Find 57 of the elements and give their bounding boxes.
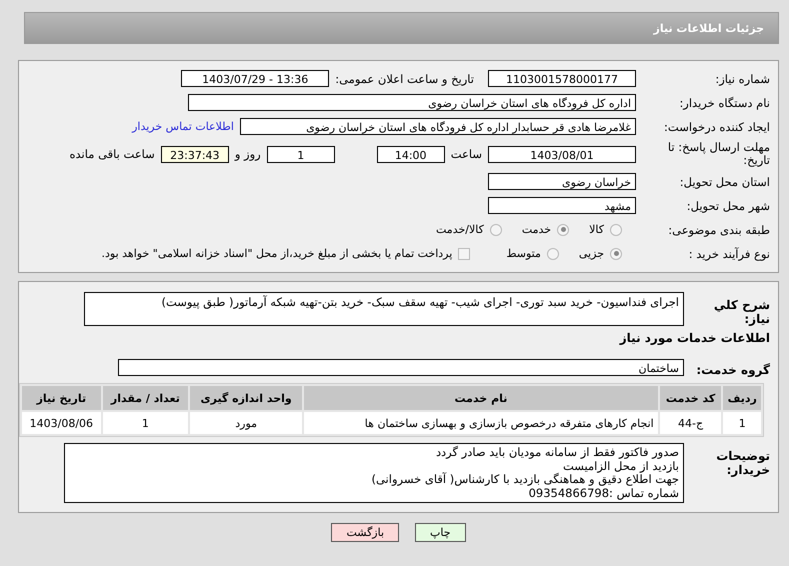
print-button[interactable]: چاپ: [415, 523, 466, 542]
table-cell: ج-44: [660, 412, 722, 434]
table-cell: مورد: [190, 412, 302, 434]
radio-button[interactable]: [557, 224, 570, 236]
remaining-label: ساعت باقی مانده: [70, 147, 155, 161]
announce-date-field: 1403/07/29 - 13:36: [181, 70, 330, 87]
field-label: استان محل تحویل:: [678, 174, 770, 188]
province-field: خراسان رضوی: [488, 173, 636, 190]
table-cell: انجام کارهای متفرقه درخصوص بازسازی و بهسازی ساختمان ها: [304, 412, 658, 434]
field-label: نوع فرآیند خرید :: [688, 246, 770, 260]
table-cell: 1: [723, 412, 761, 434]
buyer-notes-text-area: صدور فاکتور فقط از سامانه مودیان باید صادر گردد بازدید از محل الزامیست جهت اطلاع دقیق و هماهنگی بازدید با کارشناس( آقای خسروانی) شماره تماس :09354866798: [64, 443, 684, 503]
radio-button[interactable]: [610, 224, 622, 236]
field-label: شرح كلي نياز:: [712, 298, 770, 326]
time-label: ساعت: [450, 147, 482, 161]
requester-field: غلامرضا هادی قر حسابدار اداره کل فرودگاه های استان خراسان رضوی: [240, 118, 636, 135]
page-title: جزئیات اطلاعات نیاز: [654, 22, 764, 34]
buyer-contact-link[interactable]: اطلاعات تماس خریدار: [132, 120, 234, 133]
field-label: شماره نیاز:: [714, 72, 770, 86]
column-header: کد خدمت: [660, 386, 722, 410]
days-field: 1: [266, 146, 335, 162]
checkbox[interactable]: [458, 248, 470, 260]
field-label: نام دستگاه خریدار:: [678, 96, 770, 110]
column-header: تعداد / مقدار: [102, 386, 188, 410]
radio-label: جزیی: [578, 247, 604, 260]
field-label: طبقه بندی موضوعی:: [667, 222, 770, 236]
field-label: تاریخ و ساعت اعلان عمومی:: [335, 72, 474, 86]
remaining-time-field: 23:37:43: [160, 146, 229, 162]
radio-label: کالا: [589, 223, 604, 236]
field-label: توضیحات خریدار:: [715, 449, 770, 477]
table-cell: 1: [102, 412, 188, 434]
table-cell: 1403/08/06: [22, 412, 101, 434]
radio-label: متوسط: [506, 247, 541, 260]
deadline-time-field: 14:00: [376, 146, 445, 162]
column-header: تاریخ نیاز: [22, 386, 101, 410]
need-number-field: 1103001578000177: [488, 70, 636, 87]
radio-button[interactable]: [490, 224, 502, 236]
field-label: مهلت ارسال پاسخ: تا تاریخ:: [666, 141, 770, 167]
section-title: اطلاعات خدمات مورد نیاز: [618, 331, 770, 345]
city-field: مشهد: [488, 197, 636, 214]
column-header: واحد اندازه گیری: [190, 386, 302, 410]
radio-label: کالا/خدمت: [436, 223, 484, 236]
field-label: ایجاد کننده درخواست:: [663, 120, 770, 134]
column-header: نام خدمت: [304, 386, 658, 410]
summary-text-area: اجرای فنداسیون- خرید سبد توری- اجرای شیب- تهیه سقف سبک- خرید بتن-تهیه شبکه آرماتور( طبق پیوست): [84, 292, 684, 326]
back-button[interactable]: بازگشت: [331, 523, 400, 542]
field-label: شهر محل تحویل:: [686, 198, 770, 212]
service-group-field: ساختمان: [118, 358, 684, 376]
checkbox-label: پرداخت تمام یا بخشی از مبلغ خرید،از محل "اسناد خزانه اسلامی" خواهد بود.: [102, 247, 452, 260]
buyer-name-field: اداره کل فرودگاه های استان خراسان رضوی: [188, 94, 636, 111]
radio-button[interactable]: [546, 248, 559, 260]
radio-button[interactable]: [610, 248, 622, 260]
column-header: ردیف: [723, 386, 761, 410]
radio-label: خدمت: [522, 223, 552, 236]
field-label: گروه خدمت:: [695, 363, 770, 377]
deadline-date-field: 1403/08/01: [488, 146, 636, 162]
days-label: روز و: [234, 147, 261, 161]
